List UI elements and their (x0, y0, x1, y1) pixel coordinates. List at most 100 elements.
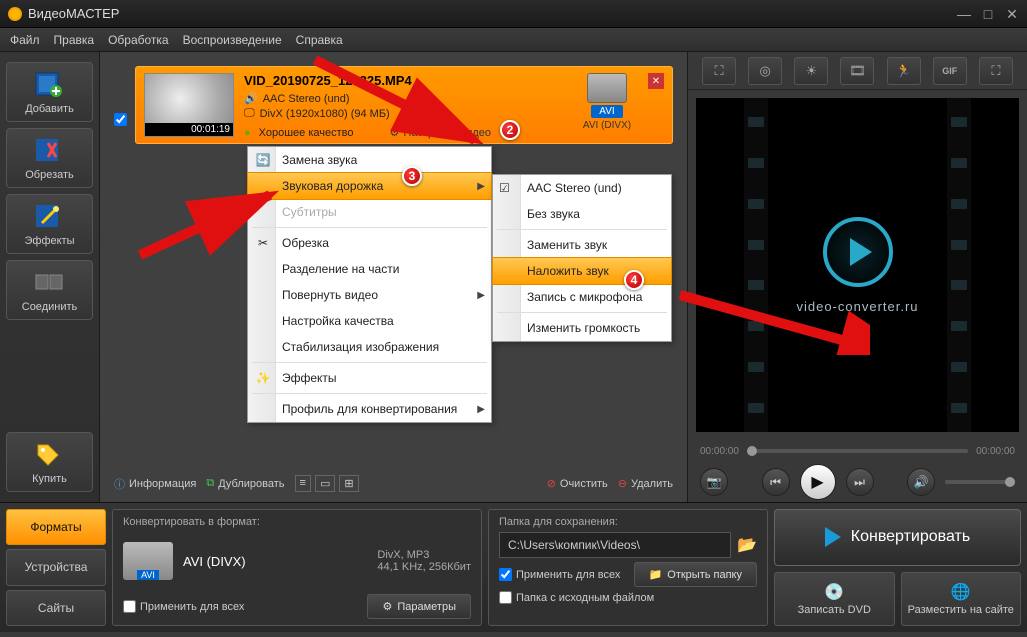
volume-slider[interactable] (945, 480, 1015, 484)
avi-label: AVI (591, 105, 622, 118)
sub-mute[interactable]: Без звука (493, 201, 671, 227)
menubar: Файл Правка Обработка Воспроизведение Сп… (0, 28, 1027, 52)
time-start: 00:00:00 (700, 446, 739, 457)
tab-formats[interactable]: Форматы (6, 509, 106, 545)
preview-video[interactable]: video-converter.ru (696, 98, 1019, 432)
effects-button[interactable]: Эффекты (6, 194, 93, 254)
gear-icon: ⚙ (382, 600, 392, 613)
menu-playback[interactable]: Воспроизведение (183, 33, 282, 47)
remove-file-button[interactable]: ✕ (648, 73, 664, 89)
open-folder-button[interactable]: 📁Открыть папку (634, 562, 757, 587)
chevron-right-icon: ▶ (477, 181, 485, 192)
add-button[interactable]: Добавить (6, 62, 93, 122)
convert-to-label: Конвертировать в формат: (123, 516, 471, 528)
sub-volume[interactable]: Изменить громкость (493, 315, 671, 341)
cm-trim[interactable]: ✂Обрезка (248, 230, 491, 256)
convert-button[interactable]: Конвертировать (774, 509, 1021, 566)
sound-swap-icon: 🔄 (254, 151, 272, 169)
file-video: DivX (1920x1080) (94 МБ) (260, 108, 390, 120)
delete-button[interactable]: ⊖Удалить (618, 477, 673, 490)
playback-controls: 📷 ⏮ ▶ ⏭ 🔊 (688, 462, 1027, 502)
annotation-badge-3: 3 (402, 166, 422, 186)
menu-process[interactable]: Обработка (108, 33, 169, 47)
crop-tool[interactable]: ⛶ (702, 57, 736, 85)
close-icon[interactable]: ✕ (1005, 7, 1019, 21)
film-tool[interactable]: 🎞 (840, 57, 874, 85)
info-icon: ⓘ (114, 476, 125, 492)
sub-overlay[interactable]: Наложить звук (492, 257, 672, 285)
cm-audio-track[interactable]: Звуковая дорожка▶ (247, 172, 492, 200)
maximize-icon[interactable]: □ (981, 7, 995, 21)
annotation-badge-4: 4 (624, 270, 644, 290)
list-actions: ⓘИнформация ⧉Дублировать ≡ ▭ ⊞ ⊘Очистить… (114, 475, 673, 492)
speed-tool[interactable]: 🏃 (887, 57, 921, 85)
duration-label: 00:01:19 (145, 123, 233, 136)
prev-button[interactable]: ⏮ (762, 468, 790, 496)
snapshot-button[interactable]: 📷 (700, 468, 728, 496)
clear-button[interactable]: ⊘Очистить (547, 477, 608, 490)
file-thumbnail: 00:01:19 (144, 73, 234, 137)
cm-profile[interactable]: Профиль для конвертирования▶ (248, 396, 491, 422)
duplicate-icon: ⧉ (206, 477, 214, 490)
brightness-tool[interactable]: ☀ (794, 57, 828, 85)
cut-button[interactable]: Обрезать (6, 128, 93, 188)
cm-subtitles: Субтитры (248, 199, 491, 225)
folder-open-icon[interactable]: 📂 (737, 535, 757, 555)
join-icon (34, 269, 66, 295)
src-folder-checkbox[interactable]: Папка с исходным файлом (499, 591, 757, 604)
cm-rotate[interactable]: Повернуть видео▶ (248, 282, 491, 308)
params-button[interactable]: ⚙Параметры (367, 594, 471, 619)
play-overlay-icon[interactable] (823, 217, 893, 287)
menu-help[interactable]: Справка (296, 33, 343, 47)
minimize-icon[interactable]: — (957, 7, 971, 21)
tab-devices[interactable]: Устройства (6, 549, 106, 585)
time-end: 00:00:00 (976, 446, 1015, 457)
apply-all2-checkbox[interactable]: Применить для всех (499, 568, 620, 581)
burn-dvd-button[interactable]: 💿 Записать DVD (774, 572, 895, 627)
timeline[interactable]: 00:00:00 00:00:00 (688, 440, 1027, 462)
file-row[interactable]: 00:01:19 VID_20190725_123325.MP4 🔊AAC St… (135, 66, 673, 144)
cm-split[interactable]: Разделение на части (248, 256, 491, 282)
volume-button[interactable]: 🔊 (907, 468, 935, 496)
quality-label: Хорошее качество (259, 127, 354, 139)
add-label: Добавить (25, 103, 74, 115)
tag-icon (34, 441, 66, 467)
sub-record[interactable]: Запись с микрофона (493, 284, 671, 310)
play-button[interactable]: ▶ (800, 464, 836, 500)
join-button[interactable]: Соединить (6, 260, 93, 320)
format-badge: AVI AVI (DIVX) (576, 73, 638, 131)
folder-icon: 📁 (649, 568, 663, 581)
target-tool[interactable]: ◎ (748, 57, 782, 85)
next-button[interactable]: ⏭ (846, 468, 874, 496)
buy-button[interactable]: Купить (6, 432, 93, 492)
submenu-audio: ☑AAC Stereo (und) Без звука Заменить зву… (492, 174, 672, 342)
upload-button[interactable]: 🌐 Разместить на сайте (901, 572, 1022, 627)
path-field[interactable]: C:\Users\компик\Videos\ (499, 532, 731, 558)
file-audio: AAC Stereo (und) (263, 93, 350, 105)
info-button[interactable]: ⓘИнформация (114, 476, 196, 492)
apply-all-checkbox[interactable]: Применить для всех (123, 600, 244, 613)
tab-sites[interactable]: Сайты (6, 590, 106, 626)
duplicate-button[interactable]: ⧉Дублировать (206, 477, 284, 490)
cm-effects[interactable]: ✨Эффекты (248, 365, 491, 391)
sub-aac[interactable]: ☑AAC Stereo (und) (493, 175, 671, 201)
join-label: Соединить (22, 301, 78, 313)
cm-quality[interactable]: Настройка качества (248, 308, 491, 334)
view-toggle[interactable]: ≡ ▭ ⊞ (295, 475, 359, 492)
video-settings-link[interactable]: ⚙ Настройки видео (390, 126, 492, 139)
app-icon (8, 7, 22, 21)
preview-panel: ⛶ ◎ ☀ 🎞 🏃 GIF ⛶ video-converter.ru 00:00… (687, 52, 1027, 502)
delete-icon: ⊖ (618, 477, 627, 490)
footer: Форматы Устройства Сайты Конвертировать … (0, 502, 1027, 632)
menu-edit[interactable]: Правка (54, 33, 95, 47)
file-list-area: 00:01:19 VID_20190725_123325.MP4 🔊AAC St… (100, 52, 687, 502)
cm-replace-sound[interactable]: 🔄Замена звука (248, 147, 491, 173)
menu-file[interactable]: Файл (10, 33, 40, 47)
monitor-icon: 🖵 (244, 107, 255, 120)
cm-stabilize[interactable]: Стабилизация изображения (248, 334, 491, 360)
gif-tool[interactable]: GIF (933, 57, 967, 85)
sub-replace[interactable]: Заменить звук (493, 232, 671, 258)
fullscreen-tool[interactable]: ⛶ (979, 57, 1013, 85)
film-add-icon (34, 71, 66, 97)
file-checkbox[interactable] (114, 113, 127, 126)
